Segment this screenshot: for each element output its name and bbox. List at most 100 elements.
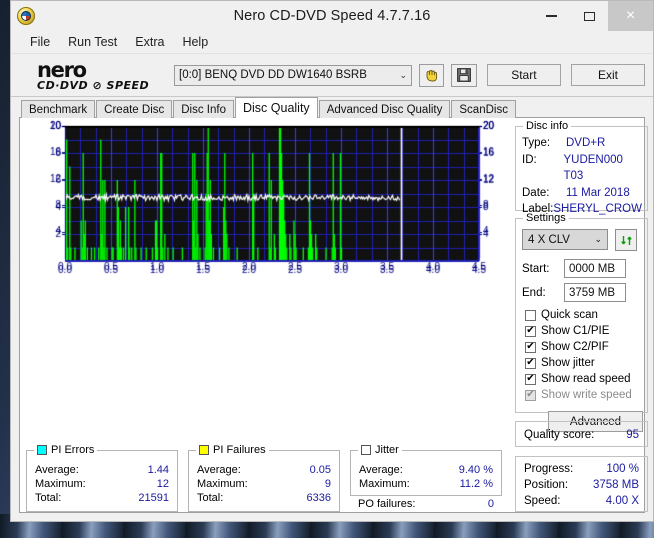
jitter-average-value: 9.40 %: [458, 464, 493, 476]
table-row: Maximum: 12: [35, 477, 169, 491]
tab-disc-info[interactable]: Disc Info: [173, 100, 234, 118]
checkbox-box: [525, 309, 536, 321]
checkbox-show-c1-pie[interactable]: ✔ Show C1/PIE: [525, 323, 647, 339]
refresh-arrows-icon: [620, 235, 632, 245]
checkbox-box: ✔: [525, 389, 536, 401]
po-failures-value: 0: [487, 498, 494, 510]
minimize-button[interactable]: [532, 1, 570, 31]
checkbox-box: ✔: [525, 373, 536, 385]
logo-line-2: CD·DVD ⊘ SPEED: [37, 78, 150, 92]
jitter-maximum-label: Maximum:: [359, 478, 410, 490]
exit-button[interactable]: Exit: [570, 64, 645, 86]
speed-select[interactable]: 4 X CLV ⌄: [522, 229, 608, 250]
tab-advanced-disc-quality[interactable]: Advanced Disc Quality: [318, 100, 451, 118]
close-button[interactable]: ×: [608, 1, 653, 31]
jitter-color-swatch: [361, 445, 371, 455]
save-button[interactable]: [451, 63, 477, 87]
table-row: Average: 1.44: [35, 463, 169, 477]
checkbox-label: Show write speed: [541, 389, 632, 401]
po-failures-row: PO failures: 0: [358, 497, 494, 511]
pi-failures-maximum-label: Maximum:: [197, 478, 248, 490]
toolbar: nero CD·DVD ⊘ SPEED [0:0] BENQ DVD DD DW…: [11, 54, 653, 97]
minimize-icon: [545, 15, 557, 17]
checkbox-quick-scan[interactable]: Quick scan: [525, 307, 647, 323]
drive-select[interactable]: [0:0] BENQ DVD DD DW1640 BSRB ⌄: [174, 64, 412, 86]
checkbox-label: Show C1/PIE: [541, 325, 610, 337]
settings-title: Settings: [523, 212, 569, 224]
jitter-stats-label: Jitter: [375, 444, 399, 456]
table-row: Total: 6336: [197, 491, 331, 505]
disc-id-row: ID: YUDEN000 T03: [522, 152, 641, 185]
checkbox-label: Show read speed: [541, 373, 631, 385]
quality-score-group: Quality score: 95: [515, 421, 648, 447]
jitter-stats-outer: Jitter Average: 9.40 % Maximum: 11.2 % P…: [350, 444, 502, 512]
nero-logo: nero CD·DVD ⊘ SPEED: [19, 59, 174, 92]
speed-row: Speed: 4.00 X: [524, 493, 639, 509]
po-failures-label: PO failures:: [358, 498, 416, 510]
checkbox-box: ✔: [525, 325, 536, 337]
tab-scandisc[interactable]: ScanDisc: [451, 100, 516, 118]
menu-file[interactable]: File: [21, 33, 59, 51]
pi-failures-chart: [20, 118, 509, 283]
tab-strip: Benchmark Create Disc Disc Info Disc Qua…: [11, 97, 653, 118]
disc-info-group: Disc info Type: DVD+R ID: YUDEN000 T03 D…: [515, 120, 648, 215]
pi-failures-stats: PI Failures Average: 0.05 Maximum: 9 Tot…: [188, 444, 340, 512]
disc-date-row: Date: 11 Mar 2018: [522, 185, 641, 202]
scan-hand-button[interactable]: [419, 63, 445, 87]
pi-errors-total-value: 21591: [138, 492, 169, 504]
end-mb-input[interactable]: 3759 MB: [564, 283, 626, 302]
checkbox-label: Quick scan: [541, 309, 598, 321]
jitter-stats: Jitter Average: 9.40 % Maximum: 11.2 %: [350, 444, 502, 496]
pi-failures-average-value: 0.05: [309, 464, 331, 476]
disc-quality-panel: PI Errors Average: 1.44 Maximum: 12 Tota…: [19, 118, 648, 513]
tab-disc-quality[interactable]: Disc Quality: [235, 97, 318, 118]
title-bar: Nero CD-DVD Speed 4.7.7.16 ×: [11, 1, 653, 31]
start-button[interactable]: Start: [486, 64, 561, 86]
pi-errors-maximum-label: Maximum:: [35, 478, 86, 490]
checkbox-show-c2-pif[interactable]: ✔ Show C2/PIF: [525, 339, 647, 355]
table-row: Maximum: 11.2 %: [359, 477, 493, 491]
window-controls: ×: [532, 1, 653, 31]
side-panel: Disc info Type: DVD+R ID: YUDEN000 T03 D…: [509, 118, 648, 512]
speed-select-value: 4 X CLV: [528, 233, 570, 246]
pi-failures-color-swatch: [199, 445, 209, 455]
disc-info-title: Disc info: [523, 120, 572, 132]
hand-scan-icon: [426, 69, 437, 81]
chevron-down-icon: ⌄: [594, 234, 602, 244]
progress-group: Progress: 100 % Position: 3758 MB Speed:…: [515, 456, 648, 512]
table-row: Average: 0.05: [197, 463, 331, 477]
tab-benchmark[interactable]: Benchmark: [21, 100, 96, 118]
jitter-average-label: Average:: [359, 464, 403, 476]
menu-extra[interactable]: Extra: [126, 33, 173, 51]
maximize-icon: [583, 11, 595, 21]
checkbox-show-jitter[interactable]: ✔ Show jitter: [525, 355, 647, 371]
disc-id-value: YUDEN000 T03: [563, 153, 623, 183]
progress-label: Progress:: [524, 463, 574, 475]
jitter-maximum-value: 11.2 %: [459, 478, 493, 490]
checkbox-show-write-speed: ✔ Show write speed: [525, 387, 647, 403]
pi-failures-total-label: Total:: [197, 492, 224, 504]
menu-bar: File Run Test Extra Help: [11, 31, 653, 54]
disc-type-row: Type: DVD+R: [522, 135, 641, 152]
pi-errors-maximum-value: 12: [156, 478, 169, 490]
checkbox-show-read-speed[interactable]: ✔ Show read speed: [525, 371, 647, 387]
charts-and-stats: PI Errors Average: 1.44 Maximum: 12 Tota…: [20, 118, 509, 512]
nero-disc-icon: [17, 7, 35, 25]
table-row: Total: 21591: [35, 491, 169, 505]
close-icon: ×: [625, 7, 636, 24]
pi-failures-total-value: 6336: [306, 492, 331, 504]
position-row: Position: 3758 MB: [524, 477, 639, 493]
maximize-button[interactable]: [570, 1, 608, 31]
pi-errors-stats-title: PI Errors: [34, 444, 98, 456]
tab-create-disc[interactable]: Create Disc: [96, 100, 173, 118]
pi-errors-total-label: Total:: [35, 492, 62, 504]
menu-run-test[interactable]: Run Test: [59, 33, 126, 51]
save-floppy-icon: [457, 68, 472, 82]
application-window: Nero CD-DVD Speed 4.7.7.16 × File Run Te…: [10, 0, 654, 522]
settings-group: Settings 4 X CLV ⌄ Start: 0000 MB End: 3…: [515, 212, 648, 432]
pi-failures-maximum-value: 9: [324, 478, 331, 490]
menu-help[interactable]: Help: [173, 33, 217, 51]
refresh-button[interactable]: [615, 229, 637, 251]
checkbox-label: Show C2/PIF: [541, 341, 609, 353]
start-mb-input[interactable]: 0000 MB: [564, 259, 626, 278]
